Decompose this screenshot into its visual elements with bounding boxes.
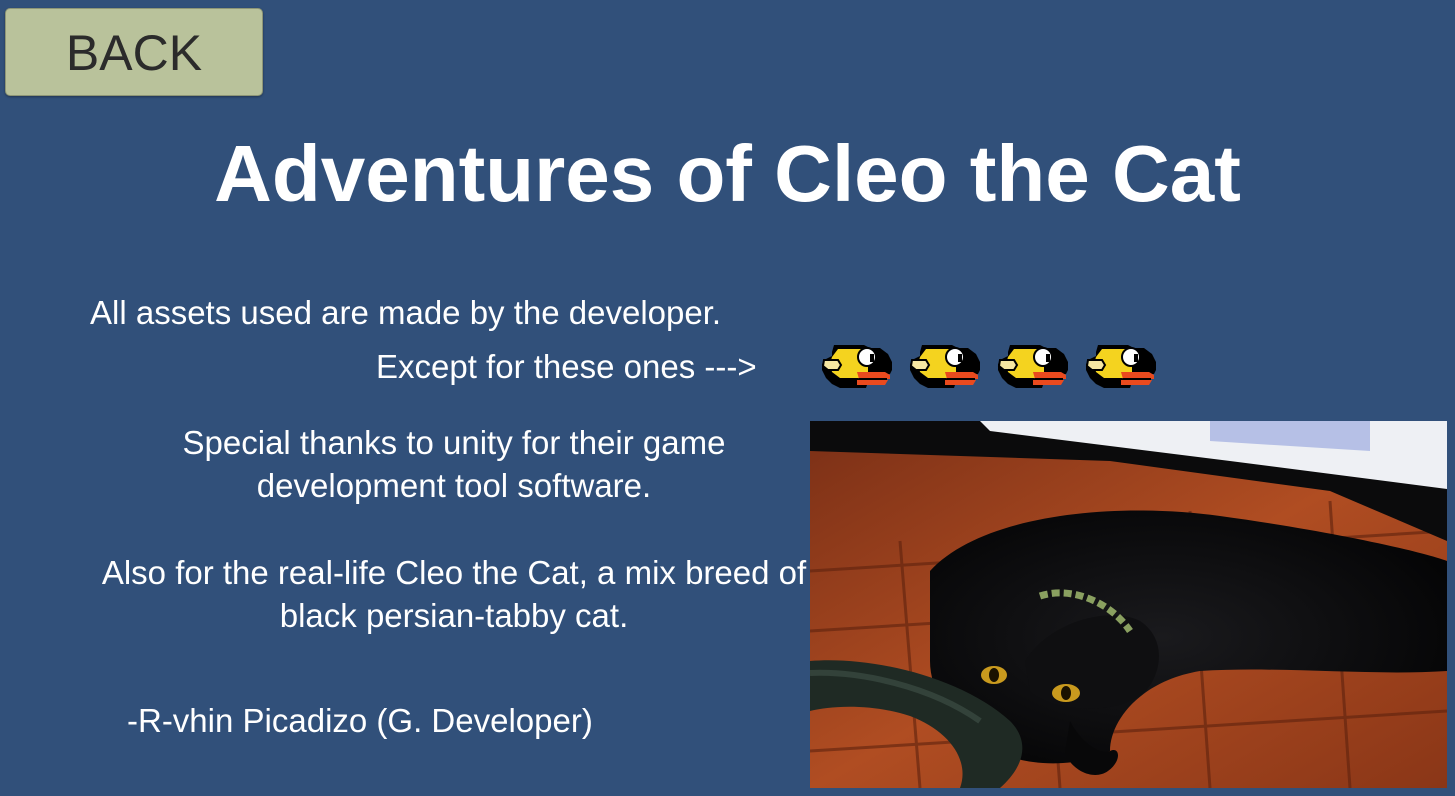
unity-thanks-text: Special thanks to unity for their game d…: [182, 424, 726, 504]
page-title: Adventures of Cleo the Cat: [214, 129, 1241, 218]
except-credit-text: Except for these ones --->: [376, 348, 757, 385]
flappy-bird-sprite-icon: [816, 333, 894, 395]
assets-credit-text: All assets used are made by the develope…: [90, 294, 722, 331]
flappy-bird-sprite-icon: [1080, 333, 1158, 395]
back-button[interactable]: BACK: [5, 8, 263, 96]
cleo-thanks-text: Also for the real-life Cleo the Cat, a m…: [101, 554, 807, 634]
cleo-cat-photo: [810, 421, 1447, 788]
flappy-bird-sprite-icon: [904, 333, 982, 395]
borrowed-assets-row: [816, 333, 1158, 395]
developer-signature: -R-vhin Picadizo (G. Developer): [127, 702, 593, 739]
flappy-bird-sprite-icon: [992, 333, 1070, 395]
